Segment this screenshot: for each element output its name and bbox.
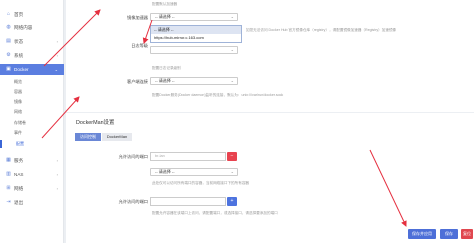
sidebar-item-nas[interactable]: ▥ NAS › xyxy=(0,169,64,180)
chevron-right-icon: › xyxy=(56,158,58,163)
docker-sub-events[interactable]: 事件 xyxy=(0,129,64,137)
dockerman-panel: DockerMan设置 访问控制 DockerMan 允许访问的端口 br-la… xyxy=(66,113,474,243)
save-apply-button[interactable]: 保存并应用 xyxy=(408,229,436,239)
top-hint: 配置默认加速器 xyxy=(152,2,178,6)
allowed-port-label: 允许访问的端口 xyxy=(118,154,148,159)
remove-port-button[interactable]: − xyxy=(227,152,237,161)
log-level-select[interactable]: ⌄ xyxy=(150,46,238,54)
mirror-dropdown: -- 请选择 -- https://hub-mirror.c.163.com xyxy=(150,25,242,43)
sidebar-item-system[interactable]: ⚙ 系统 › xyxy=(0,50,64,61)
sidebar-item-status[interactable]: ▤ 状态 › xyxy=(0,36,64,47)
docker-sub-overview[interactable]: 概览 xyxy=(0,78,64,86)
chevron-right-icon: › xyxy=(56,172,58,177)
allowed-port-select[interactable]: -- 请选择 -- ⌄ xyxy=(150,168,238,176)
add-port-button[interactable]: + xyxy=(227,197,237,206)
dropdown-option[interactable]: https://hub-mirror.c.163.com xyxy=(151,34,241,42)
tab-dockerman[interactable]: DockerMan xyxy=(102,133,132,141)
sidebar-item-label: 服务 xyxy=(14,157,24,163)
dropdown-option[interactable]: -- 请选择 -- xyxy=(151,26,241,34)
service-icon: ▦ xyxy=(6,157,11,163)
allowed-port-hint: 此处仅可以访问所有端口的容器，当前网络接口下的所有容器 xyxy=(152,181,250,185)
chevron-right-icon: › xyxy=(56,39,58,44)
sidebar-item-label: 首页 xyxy=(14,11,24,17)
sidebar-item-label: 网络内容 xyxy=(14,24,33,30)
allowed-port-2-input[interactable] xyxy=(150,197,226,206)
mirror-label: 镜像加速器 xyxy=(127,15,148,20)
save-button[interactable]: 保存 xyxy=(440,229,458,239)
client-select-value: -- 请选择 -- xyxy=(155,78,175,83)
mirror-select-value: -- 请选择 -- xyxy=(155,14,175,19)
sidebar-item-logout[interactable]: ⇥ 退出 xyxy=(0,197,64,208)
client-hint: 配置Docker服务(Docker daemon)监听的连接，默认为：unix:… xyxy=(152,93,284,97)
client-label: 客户端连接 xyxy=(127,79,148,84)
docker-sub-containers[interactable]: 容器 xyxy=(0,88,64,96)
mirror-select[interactable]: -- 请选择 -- ⌄ xyxy=(150,13,238,21)
mirror-hint: 如您无法访问 Docker Hub 官方镜像仓库（registry），请配置镜像… xyxy=(246,28,397,32)
logout-icon: ⇥ xyxy=(6,199,11,205)
sidebar-item-services[interactable]: ▦ 服务 › xyxy=(0,155,64,166)
sidebar-item-home[interactable]: ⌂ 首页 xyxy=(0,9,64,20)
sidebar-item-label: 系统 xyxy=(14,52,24,58)
docker-icon: ▣ xyxy=(6,66,11,72)
log-level-hint: 配置日志记录级别 xyxy=(152,66,181,70)
docker-sub-networks[interactable]: 网络 xyxy=(0,108,64,116)
tab-access-control[interactable]: 访问控制 xyxy=(75,133,101,141)
chevron-down-icon: ⌄ xyxy=(230,78,234,83)
chevron-right-icon: › xyxy=(56,186,58,191)
client-select[interactable]: -- 请选择 -- ⌄ xyxy=(150,77,238,85)
chevron-down-icon: ⌄ xyxy=(230,169,234,174)
chevron-right-icon: › xyxy=(56,53,58,58)
docker-sub-images[interactable]: 镜像 xyxy=(0,98,64,106)
chevron-down-icon: ⌄ xyxy=(230,14,234,19)
sidebar-item-network[interactable]: ⊞ 网络 › xyxy=(0,183,64,194)
chevron-down-icon: ⌄ xyxy=(230,47,234,52)
allowed-port-2-label: 允许访问的端口 xyxy=(118,199,148,204)
dockerman-title: DockerMan设置 xyxy=(76,120,115,126)
docker-sub-config[interactable]: 配置 xyxy=(0,140,64,148)
nas-icon: ▥ xyxy=(6,171,11,177)
gear-icon: ⚙ xyxy=(6,52,11,58)
sidebar-item-label: Docker xyxy=(14,67,29,72)
allowed-select-value: -- 请选择 -- xyxy=(155,169,175,174)
log-level-label: 日志等级 xyxy=(131,43,148,48)
globe-icon: ◍ xyxy=(6,24,11,30)
home-icon: ⌂ xyxy=(6,11,11,17)
status-icon: ▤ xyxy=(6,38,11,44)
sidebar-item-label: 状态 xyxy=(14,38,24,44)
sidebar-item-docker[interactable]: ▣ Docker ⌄ xyxy=(0,64,64,75)
sidebar-item-label: 网络 xyxy=(14,185,24,191)
sidebar-item-label: 退出 xyxy=(14,199,24,205)
reset-button[interactable]: 复位 xyxy=(461,229,473,239)
sidebar: ⌂ 首页 ◍ 网络内容 ▤ 状态 › ⚙ 系统 › ▣ Docker ⌄ 概览 … xyxy=(0,0,64,243)
docker-sub-volumes[interactable]: 存储卷 xyxy=(0,119,64,127)
sidebar-item-network-content[interactable]: ◍ 网络内容 xyxy=(0,22,64,33)
allowed-port-input[interactable]: br-lan xyxy=(150,152,226,161)
chevron-down-icon: ⌄ xyxy=(54,67,58,72)
network-icon: ⊞ xyxy=(6,185,11,191)
docker-config-panel: 配置默认加速器 镜像加速器 -- 请选择 -- ⌄ 如您无法访问 Docker … xyxy=(66,0,474,112)
sidebar-item-label: NAS xyxy=(14,172,24,177)
allowed-port-2-hint: 配置允许容器在该端口上访问，请配置端口，或选择接口，请选择要添加的端口 xyxy=(152,211,278,215)
